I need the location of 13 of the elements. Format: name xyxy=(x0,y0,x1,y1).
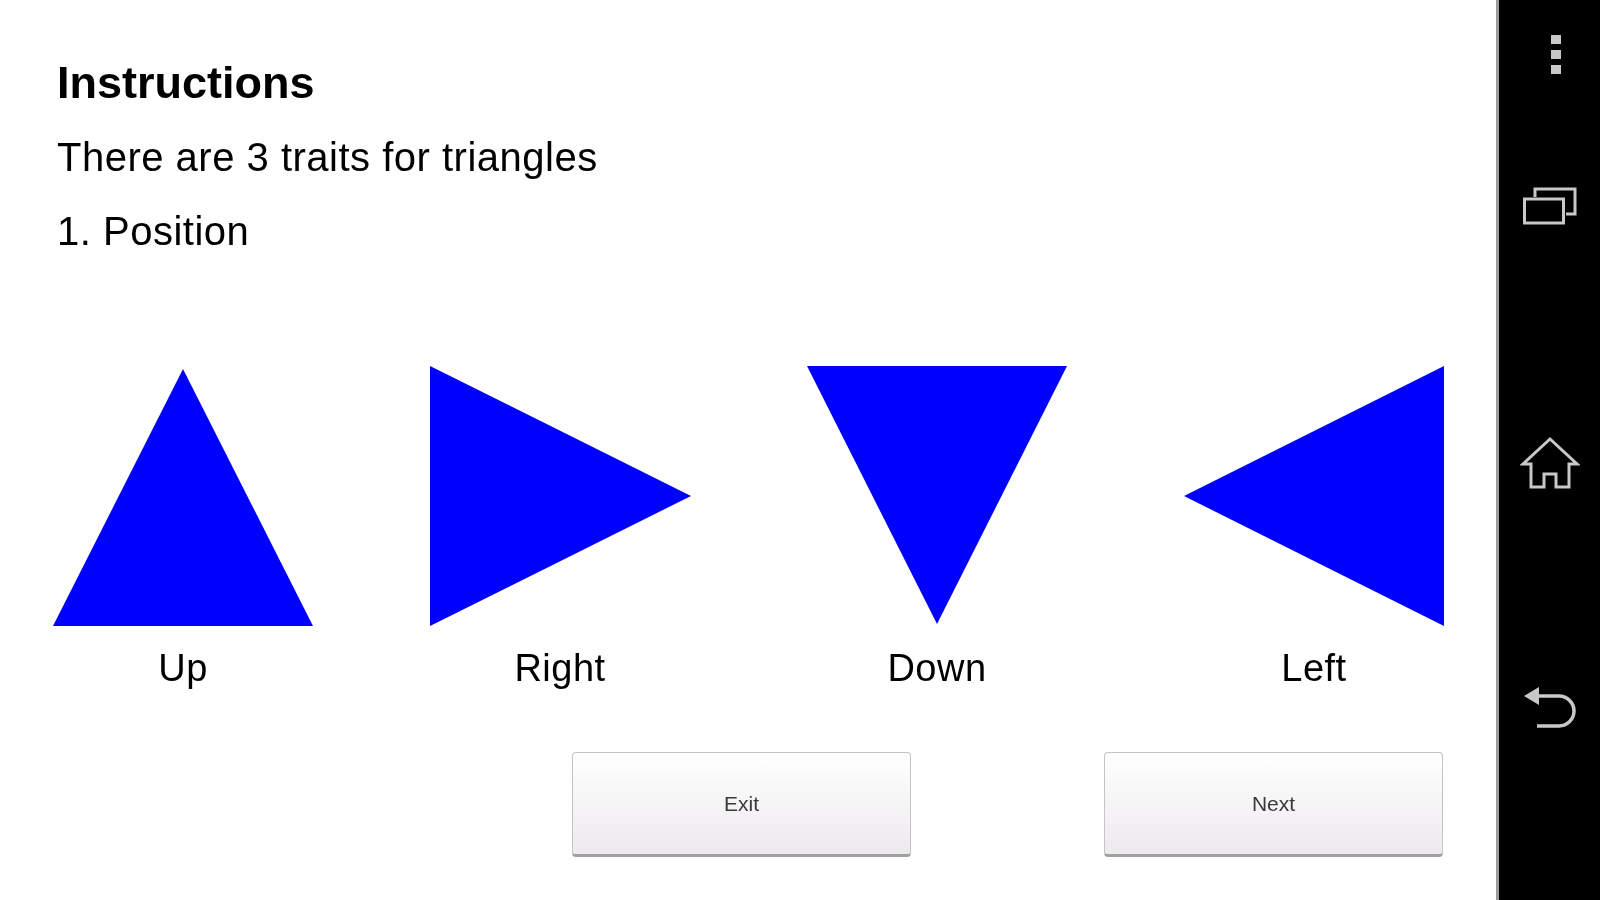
triangle-label: Down xyxy=(887,649,987,687)
nav-button[interactable]: Exit xyxy=(572,752,911,857)
home-icon[interactable] xyxy=(1519,436,1580,490)
intro-text: There are 3 traits for triangles xyxy=(57,137,598,177)
triangle-label: Up xyxy=(158,649,208,687)
menu-icon[interactable] xyxy=(1550,35,1561,74)
step-text: 1. Position xyxy=(57,211,250,251)
triangle-label: Right xyxy=(514,649,606,687)
nav-button[interactable]: Next xyxy=(1104,752,1443,857)
instructions-title: Instructions xyxy=(57,60,315,105)
back-icon[interactable] xyxy=(1522,684,1577,728)
triangle-label: Left xyxy=(1281,649,1347,687)
stacked-windows-icon[interactable] xyxy=(1522,187,1577,225)
